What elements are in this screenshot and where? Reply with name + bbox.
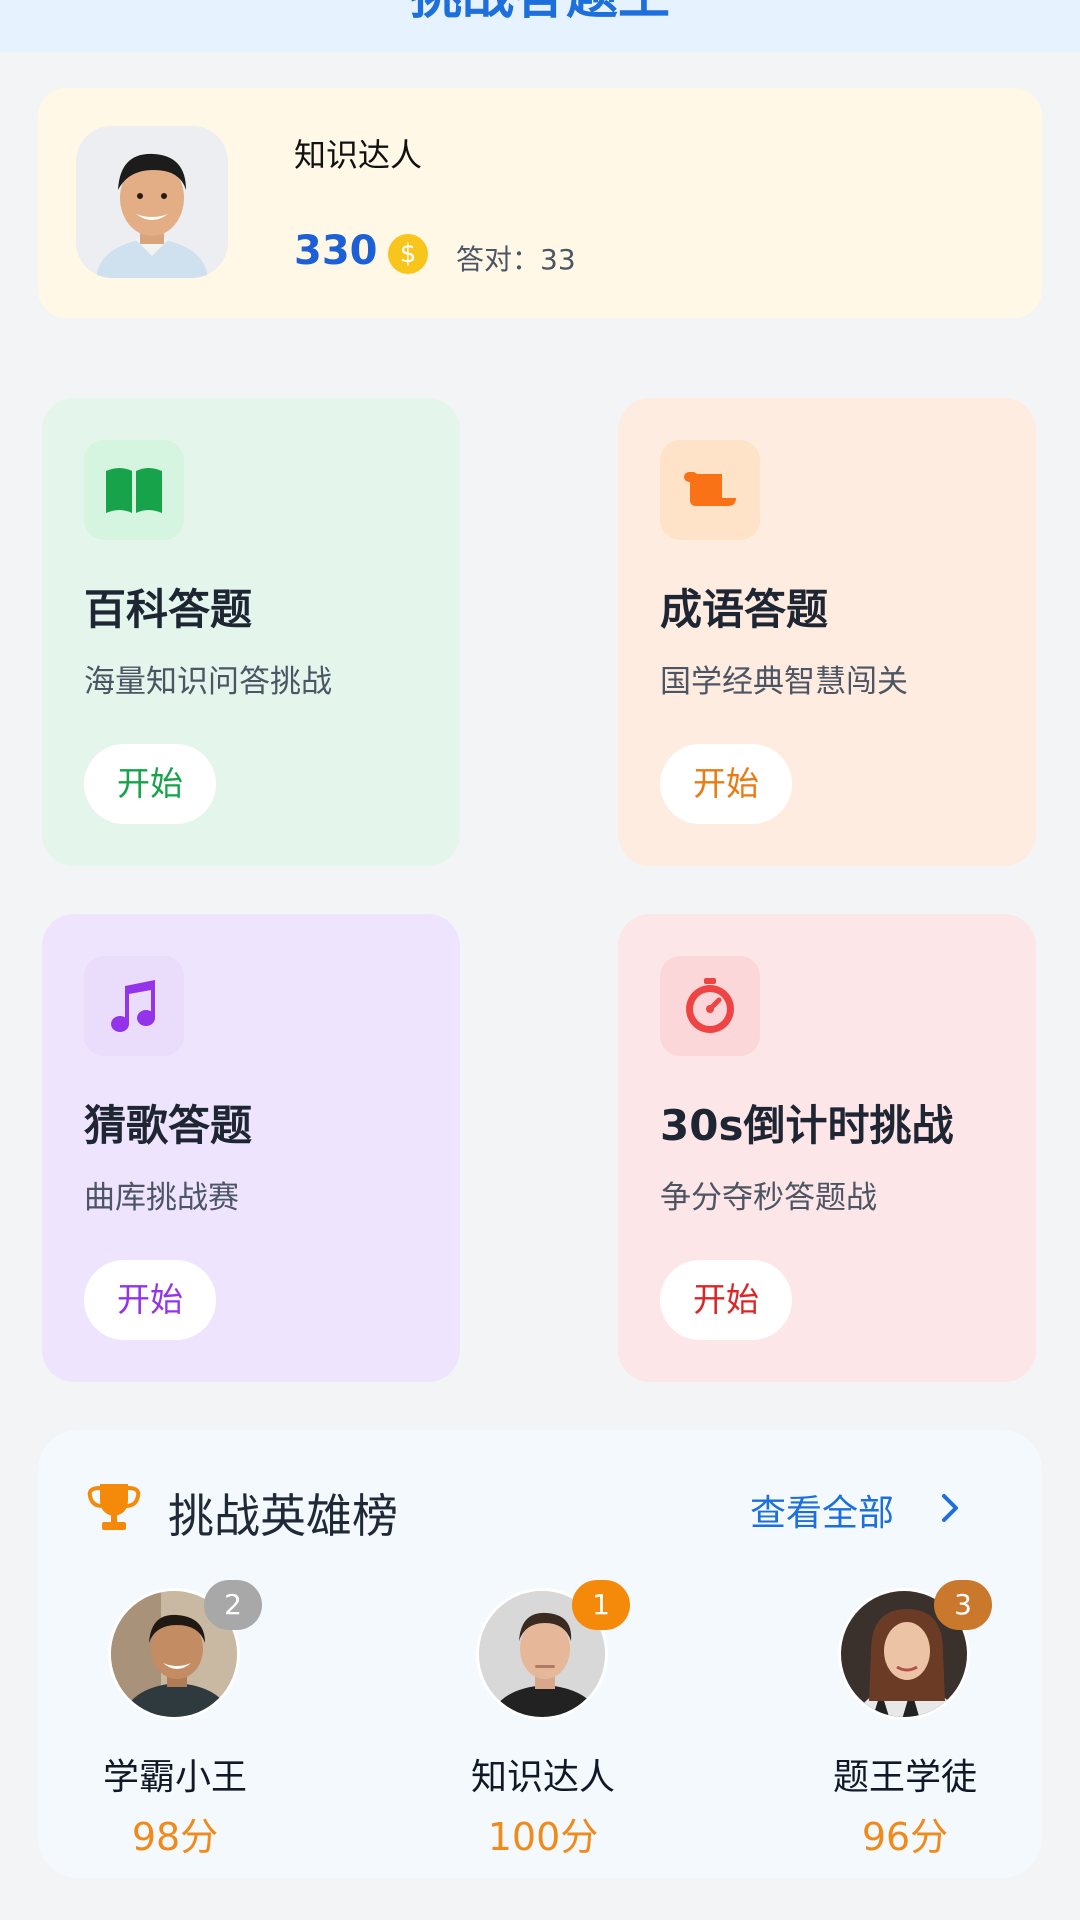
leader-score: 100分 [487,1815,599,1859]
avatar[interactable] [76,126,228,278]
start-button[interactable]: 开始 [84,744,216,824]
leader-name: 题王学徒 [832,1757,977,1798]
card-subtitle: 争分夺秒答题战 [660,1180,877,1216]
coin-icon: $ [388,234,428,274]
leader-name: 学霸小王 [102,1757,247,1798]
rank-badge: 1 [572,1580,630,1630]
scroll-icon [660,440,760,540]
quiz-card-music[interactable]: 猜歌答题 曲库挑战赛 开始 [42,914,460,1382]
correct-count: 答对：33 [456,243,576,276]
leader-name: 知识达人 [470,1757,615,1798]
leaderboard-entry[interactable]: 3 题王学徒 96分 [780,1580,1020,1860]
leaderboard-title: 挑战英雄榜 [168,1489,398,1543]
quiz-card-idiom[interactable]: 成语答题 国学经典智慧闯关 开始 [618,398,1036,866]
card-title: 猜歌答题 [84,1101,253,1150]
profile-name: 知识达人 [294,136,423,174]
card-subtitle: 国学经典智慧闯关 [660,664,908,700]
card-subtitle: 曲库挑战赛 [84,1180,239,1216]
profile-card[interactable]: 知识达人 330 $ 答对：33 [38,88,1042,318]
view-all-link[interactable]: 查看全部 [750,1484,894,1536]
chevron-right-icon[interactable] [934,1490,964,1526]
quiz-card-countdown[interactable]: 30s倒计时挑战 争分夺秒答题战 开始 [618,914,1036,1382]
quiz-card-encyclopedia[interactable]: 百科答题 海量知识问答挑战 开始 [42,398,460,866]
app-title: 挑战答题王 [0,0,1080,26]
top-bar: 挑战答题王 [0,0,1080,52]
card-title: 成语答题 [660,585,829,634]
card-title: 百科答题 [84,585,253,634]
leaderboard-card: 挑战英雄榜 查看全部 2 学霸小王 98分 1 知识达人 100分 3 题王学徒… [38,1430,1042,1878]
card-subtitle: 海量知识问答挑战 [84,664,332,700]
trophy-icon [87,1484,141,1530]
profile-score: 330 [294,228,378,274]
start-button[interactable]: 开始 [84,1260,216,1340]
start-button[interactable]: 开始 [660,1260,792,1340]
stopwatch-icon [660,956,760,1056]
leaderboard-entry[interactable]: 2 学霸小王 98分 [50,1580,290,1860]
start-button[interactable]: 开始 [660,744,792,824]
music-icon [84,956,184,1056]
leader-score: 96分 [861,1815,949,1859]
leaderboard-entry[interactable]: 1 知识达人 100分 [418,1580,658,1860]
book-icon [84,440,184,540]
card-title: 30s倒计时挑战 [660,1101,954,1150]
rank-badge: 3 [934,1580,992,1630]
rank-badge: 2 [204,1580,262,1630]
leader-score: 98分 [131,1815,219,1859]
